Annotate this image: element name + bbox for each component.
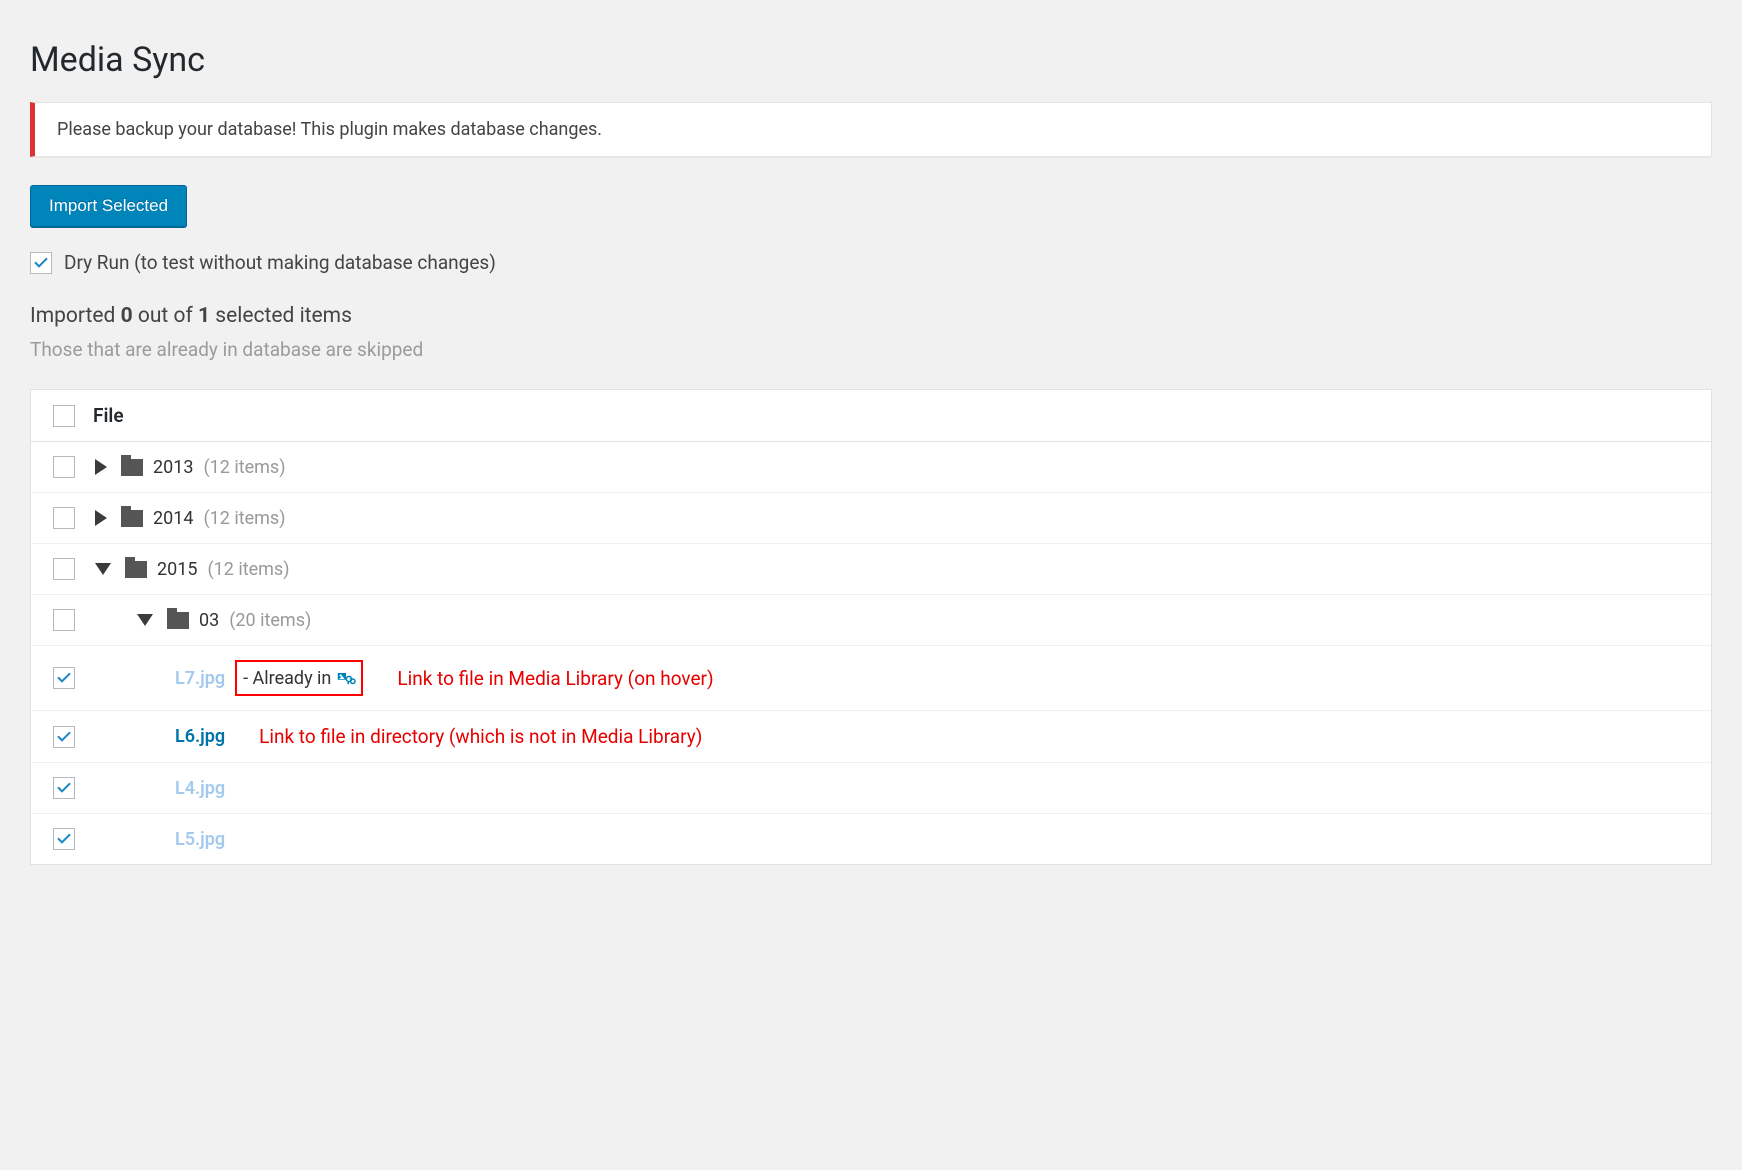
item-count: (12 items) bbox=[203, 508, 285, 529]
row-checkbox[interactable] bbox=[53, 667, 75, 689]
file-link[interactable]: L6.jpg bbox=[175, 726, 225, 747]
import-substatus: Those that are already in database are s… bbox=[30, 338, 1712, 361]
table-row: L6.jpg Link to file in directory (which i… bbox=[31, 711, 1711, 763]
collapse-arrow-icon[interactable] bbox=[95, 563, 111, 575]
check-icon bbox=[56, 670, 72, 686]
row-checkbox[interactable] bbox=[53, 726, 75, 748]
folder-name[interactable]: 2013 bbox=[153, 457, 193, 478]
row-content: 2015 (12 items) bbox=[95, 559, 1689, 580]
table-row: 2013 (12 items) bbox=[31, 442, 1711, 493]
folder-name[interactable]: 03 bbox=[199, 610, 219, 631]
row-content: 03 (20 items) bbox=[95, 610, 1689, 631]
check-icon bbox=[33, 255, 49, 271]
folder-name[interactable]: 2014 bbox=[153, 508, 193, 529]
already-in-indicator: - Already in bbox=[235, 660, 363, 696]
row-checkbox[interactable] bbox=[53, 507, 75, 529]
file-link[interactable]: L4.jpg bbox=[175, 778, 225, 799]
table-row: L5.jpg bbox=[31, 814, 1711, 864]
file-table: File 2013 (12 items) 2014 (12 items) 2015 (12… bbox=[30, 389, 1712, 865]
row-content: L5.jpg bbox=[95, 829, 1689, 850]
item-count: (20 items) bbox=[229, 610, 311, 631]
annotation-text: Link to file in Media Library (on hover) bbox=[397, 667, 713, 690]
table-row: 2015 (12 items) bbox=[31, 544, 1711, 595]
import-selected-button[interactable]: Import Selected bbox=[30, 185, 187, 227]
check-icon bbox=[56, 780, 72, 796]
folder-icon bbox=[121, 459, 143, 476]
collapse-arrow-icon[interactable] bbox=[137, 614, 153, 626]
row-content: L7.jpg - Already in Link to file in Media … bbox=[95, 660, 1689, 696]
import-status: Imported 0 out of 1 selected items bbox=[30, 304, 1712, 328]
row-content: L6.jpg Link to file in directory (which i… bbox=[95, 725, 1689, 748]
media-library-icon-wrap[interactable] bbox=[335, 668, 357, 689]
check-icon bbox=[56, 729, 72, 745]
row-checkbox[interactable] bbox=[53, 558, 75, 580]
folder-icon bbox=[125, 561, 147, 578]
media-library-icon bbox=[335, 670, 357, 688]
already-in-text: - Already in bbox=[243, 668, 331, 689]
select-all-checkbox[interactable] bbox=[53, 405, 75, 427]
expand-arrow-icon[interactable] bbox=[95, 459, 107, 475]
check-icon bbox=[56, 831, 72, 847]
page-title: Media Sync bbox=[30, 40, 1712, 80]
file-link[interactable]: L5.jpg bbox=[175, 829, 225, 850]
row-checkbox[interactable] bbox=[53, 609, 75, 631]
file-link[interactable]: L7.jpg bbox=[175, 668, 225, 689]
row-checkbox[interactable] bbox=[53, 777, 75, 799]
item-count: (12 items) bbox=[207, 559, 289, 580]
item-count: (12 items) bbox=[203, 457, 285, 478]
row-checkbox[interactable] bbox=[53, 456, 75, 478]
table-row: L4.jpg bbox=[31, 763, 1711, 814]
row-content: L4.jpg bbox=[95, 778, 1689, 799]
dry-run-label: Dry Run (to test without making database… bbox=[64, 251, 496, 274]
column-header-file: File bbox=[93, 404, 124, 427]
folder-icon bbox=[121, 510, 143, 527]
row-content: 2014 (12 items) bbox=[95, 508, 1689, 529]
folder-name[interactable]: 2015 bbox=[157, 559, 197, 580]
folder-icon bbox=[167, 612, 189, 629]
table-row: L7.jpg - Already in Link to file in Media … bbox=[31, 646, 1711, 711]
table-row: 03 (20 items) bbox=[31, 595, 1711, 646]
dry-run-checkbox[interactable] bbox=[30, 252, 52, 274]
table-row: 2014 (12 items) bbox=[31, 493, 1711, 544]
backup-notice: Please backup your database! This plugin… bbox=[30, 102, 1712, 157]
annotation-text: Link to file in directory (which is not … bbox=[259, 725, 702, 748]
table-header: File bbox=[31, 390, 1711, 442]
row-content: 2013 (12 items) bbox=[95, 457, 1689, 478]
expand-arrow-icon[interactable] bbox=[95, 510, 107, 526]
row-checkbox[interactable] bbox=[53, 828, 75, 850]
